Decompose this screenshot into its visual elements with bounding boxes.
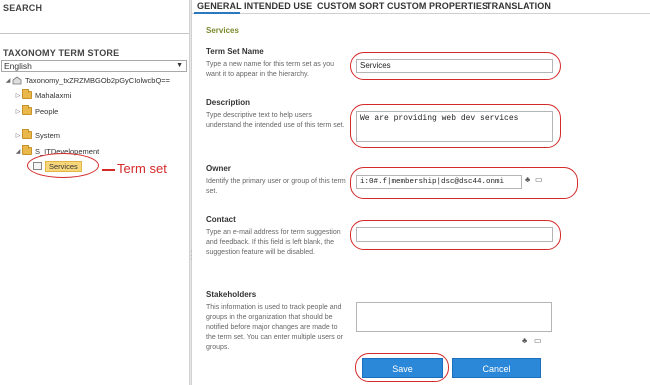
tab-general[interactable]: GENERAL bbox=[197, 1, 242, 11]
tree-item-label: Mahalaxmi bbox=[35, 90, 72, 100]
contact-input[interactable] bbox=[356, 227, 553, 242]
term-store-heading: TAXONOMY TERM STORE bbox=[3, 48, 120, 58]
annotation-pointer bbox=[102, 169, 115, 171]
chevron-down-icon[interactable]: ▼ bbox=[176, 61, 183, 71]
owner-title: Owner bbox=[206, 164, 231, 173]
search-input[interactable] bbox=[0, 17, 189, 34]
tree-item-people[interactable]: ▷ People bbox=[14, 105, 58, 117]
folder-icon bbox=[22, 145, 32, 155]
folder-icon bbox=[22, 129, 32, 139]
check-names-icon[interactable]: ♣ bbox=[522, 336, 527, 345]
expand-icon[interactable]: ▷ bbox=[14, 92, 22, 99]
save-button[interactable]: Save bbox=[362, 358, 443, 378]
tree-item-mahalaxmi[interactable]: ▷ Mahalaxmi bbox=[14, 89, 71, 101]
contact-title: Contact bbox=[206, 215, 236, 224]
properties-panel: GENERAL INTENDED USE CUSTOM SORT CUSTOM … bbox=[192, 0, 650, 385]
taxonomy-navigation-panel: SEARCH TAXONOMY TERM STORE English ▼ ◢ T… bbox=[0, 0, 189, 385]
term-set-name-title: Term Set Name bbox=[206, 47, 264, 56]
tab-custom-properties[interactable]: CUSTOM PROPERTIES bbox=[387, 1, 488, 11]
tree-root-label: Taxonomy_txZRZMBGOb2pGyCIolwcbQ== bbox=[25, 75, 171, 85]
description-textarea[interactable]: We are providing web dev services bbox=[356, 111, 553, 142]
term-set-name-input[interactable]: Services bbox=[356, 59, 553, 73]
tab-bar: GENERAL INTENDED USE CUSTOM SORT CUSTOM … bbox=[192, 0, 650, 14]
term-store-icon bbox=[12, 76, 22, 85]
tab-translation[interactable]: TRANSLATION bbox=[486, 1, 551, 11]
contact-description: Type an e-mail address for term suggesti… bbox=[206, 229, 341, 256]
browse-icon[interactable]: ▭ bbox=[534, 336, 542, 345]
tree-item-label: People bbox=[35, 106, 59, 116]
collapse-icon[interactable]: ◢ bbox=[14, 148, 22, 155]
owner-input[interactable]: i:0#.f|membership|dsc@dsc44.onmi bbox=[356, 175, 522, 189]
expand-icon[interactable]: ▷ bbox=[14, 108, 22, 115]
panel-title: Services bbox=[206, 26, 239, 35]
search-heading: SEARCH bbox=[3, 3, 43, 13]
description-help: Type descriptive text to help users unde… bbox=[206, 112, 345, 129]
stakeholders-input[interactable] bbox=[356, 302, 552, 332]
active-tab-indicator bbox=[194, 12, 240, 14]
owner-description: Identify the primary user or group of th… bbox=[206, 178, 346, 195]
tab-custom-sort[interactable]: CUSTOM SORT bbox=[317, 1, 384, 11]
collapse-icon[interactable]: ◢ bbox=[4, 77, 12, 84]
language-select[interactable]: English ▼ bbox=[1, 60, 187, 72]
expand-icon[interactable]: ▷ bbox=[14, 132, 22, 139]
browse-icon[interactable]: ▭ bbox=[535, 175, 543, 184]
annotation-oval bbox=[27, 153, 99, 178]
cancel-button[interactable]: Cancel bbox=[452, 358, 541, 378]
tree-item-system[interactable]: ▷ System bbox=[14, 129, 60, 141]
tab-intended-use[interactable]: INTENDED USE bbox=[244, 1, 312, 11]
tree-root[interactable]: ◢ Taxonomy_txZRZMBGOb2pGyCIolwcbQ== bbox=[4, 74, 170, 86]
folder-icon bbox=[22, 89, 32, 99]
tree-item-label: System bbox=[35, 130, 61, 140]
term-set-name-description: Type a new name for this term set as you… bbox=[206, 61, 335, 78]
folder-icon bbox=[22, 105, 32, 115]
stakeholders-description: This information is used to track people… bbox=[206, 304, 343, 351]
annotation-label: Term set bbox=[117, 161, 167, 176]
check-names-icon[interactable]: ♣ bbox=[525, 175, 530, 184]
language-select-value: English bbox=[4, 61, 32, 71]
description-title: Description bbox=[206, 98, 251, 107]
stakeholders-title: Stakeholders bbox=[206, 290, 257, 299]
